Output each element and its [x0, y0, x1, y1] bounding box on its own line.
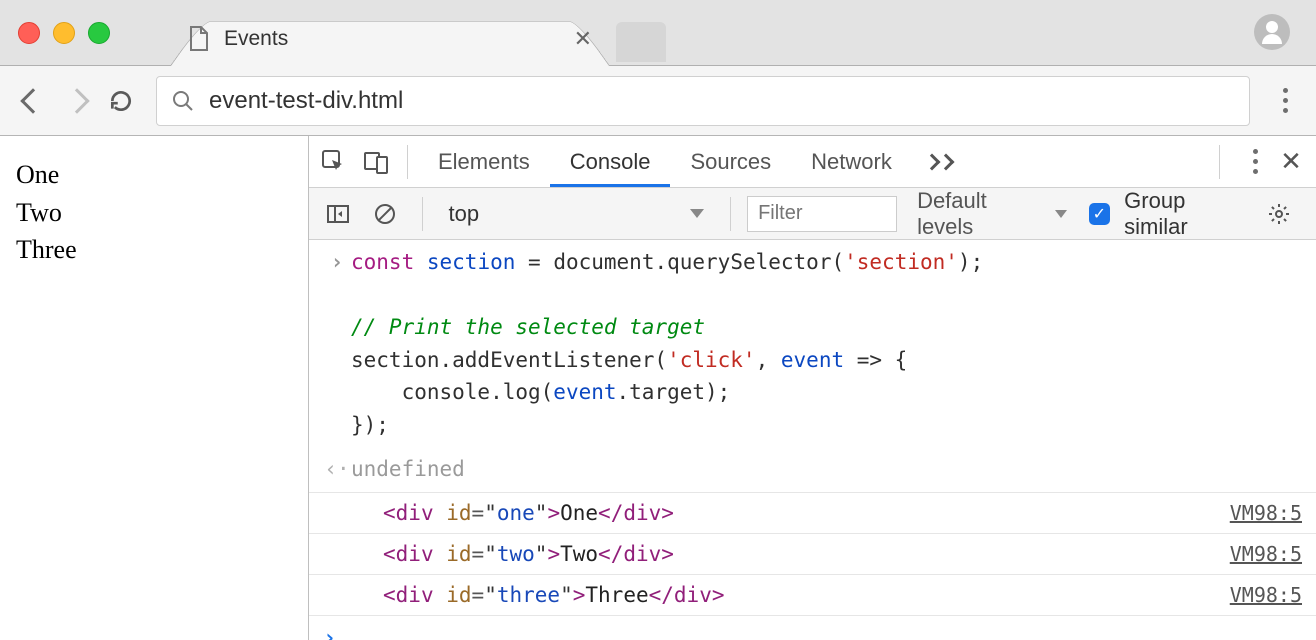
console-log-row[interactable]: <div id="three">Three</div> VM98:5	[309, 574, 1316, 615]
tab-title: Events	[224, 27, 560, 51]
input-chevron-icon: ›	[331, 250, 344, 274]
page-item-three[interactable]: Three	[16, 231, 292, 269]
page-item-one[interactable]: One	[16, 156, 292, 194]
tabs: Events ✕	[170, 11, 666, 66]
console-toolbar: top Default levels ✓ Group similar	[309, 188, 1316, 240]
tab-elements[interactable]: Elements	[418, 136, 550, 187]
page-icon	[188, 26, 210, 52]
prompt-chevron-icon: ›	[323, 626, 336, 640]
return-value: undefined	[351, 453, 465, 486]
devtools-close-button[interactable]: ✕	[1270, 141, 1312, 183]
console-output: › const section = document.querySelector…	[309, 240, 1316, 640]
browser-chrome: Events ✕	[0, 0, 1316, 136]
devtools-menu-button[interactable]	[1240, 149, 1270, 174]
devtools-tab-bar: Elements Console Sources Network ✕	[309, 136, 1316, 188]
device-toggle-icon[interactable]	[355, 141, 397, 183]
back-button[interactable]	[16, 84, 50, 118]
tab-console[interactable]: Console	[550, 136, 671, 187]
browser-tab-active[interactable]: Events ✕	[170, 11, 610, 66]
tab-close-button[interactable]: ✕	[574, 26, 592, 52]
content-area: One Two Three Elements Console Sources N…	[0, 136, 1316, 640]
console-settings-icon[interactable]	[1259, 193, 1300, 235]
dropdown-icon	[1055, 210, 1067, 218]
console-input-entry: › const section = document.querySelector…	[309, 240, 1316, 447]
window-minimize-button[interactable]	[53, 22, 75, 44]
rendered-page: One Two Three	[0, 136, 308, 640]
page-item-two[interactable]: Two	[16, 194, 292, 232]
reload-button[interactable]	[104, 84, 138, 118]
more-tabs-icon[interactable]	[926, 156, 952, 168]
window-maximize-button[interactable]	[88, 22, 110, 44]
log-source-link[interactable]: VM98:5	[1230, 583, 1302, 607]
log-source-link[interactable]: VM98:5	[1230, 542, 1302, 566]
console-code[interactable]: const section = document.querySelector('…	[351, 246, 983, 441]
devtools-panel: Elements Console Sources Network ✕	[308, 136, 1316, 640]
output-chevron-icon: ‹·	[324, 457, 349, 481]
address-bar[interactable]	[156, 76, 1250, 126]
search-icon	[171, 89, 195, 113]
window-controls	[18, 22, 110, 44]
levels-label: Default levels	[917, 188, 1046, 240]
inspect-element-icon[interactable]	[313, 141, 355, 183]
browser-menu-button[interactable]	[1270, 88, 1300, 113]
console-prompt[interactable]: ›	[309, 615, 1316, 640]
new-tab-button[interactable]	[616, 22, 666, 62]
log-source-link[interactable]: VM98:5	[1230, 501, 1302, 525]
console-filter-input[interactable]	[747, 196, 897, 232]
tab-network[interactable]: Network	[791, 136, 912, 187]
console-log-row[interactable]: <div id="two">Two</div> VM98:5	[309, 533, 1316, 574]
log-levels-selector[interactable]: Default levels	[917, 188, 1066, 240]
tab-strip: Events ✕	[0, 0, 1316, 66]
profile-avatar[interactable]	[1254, 14, 1290, 50]
console-return-entry: ‹· undefined	[309, 447, 1316, 492]
tab-sources[interactable]: Sources	[670, 136, 791, 187]
group-similar-label[interactable]: Group similar	[1124, 188, 1253, 240]
window-close-button[interactable]	[18, 22, 40, 44]
clear-console-icon[interactable]	[364, 193, 405, 235]
url-input[interactable]	[209, 87, 1235, 115]
context-selector[interactable]: top	[439, 196, 715, 232]
group-similar-checkbox[interactable]: ✓	[1089, 203, 1111, 225]
context-value: top	[449, 201, 480, 227]
forward-button[interactable]	[60, 84, 94, 118]
console-sidebar-toggle-icon[interactable]	[317, 193, 358, 235]
dropdown-icon	[690, 209, 704, 218]
browser-toolbar	[0, 66, 1316, 136]
console-log-row[interactable]: <div id="one">One</div> VM98:5	[309, 492, 1316, 533]
